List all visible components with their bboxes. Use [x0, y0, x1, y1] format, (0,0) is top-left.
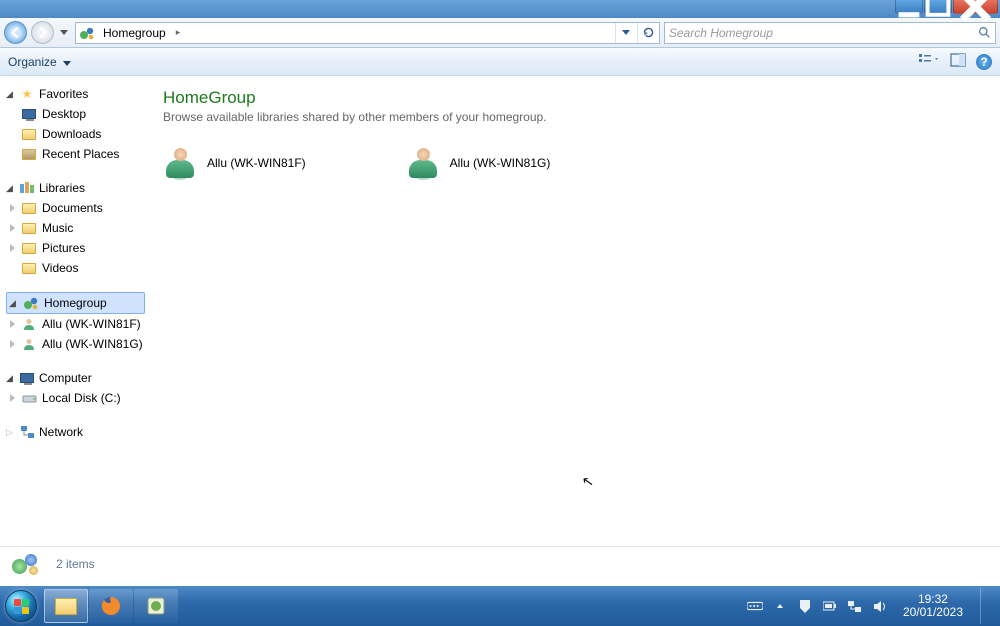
breadcrumb-separator: ▸	[174, 27, 183, 38]
sidebar-item-downloads[interactable]: Downloads	[6, 124, 145, 144]
drive-icon	[21, 390, 37, 406]
sidebar-group-libraries[interactable]: ◢ Libraries	[6, 178, 145, 198]
music-icon	[21, 220, 37, 236]
action-center-icon[interactable]	[797, 598, 813, 614]
system-tray: 19:32 20/01/2023	[747, 588, 994, 624]
search-placeholder: Search Homegroup	[669, 26, 773, 40]
homegroup-member[interactable]: Allu (WK-WIN81G)	[406, 146, 551, 180]
search-icon	[978, 26, 991, 42]
videos-icon	[21, 260, 37, 276]
refresh-button[interactable]	[637, 23, 659, 43]
sidebar-item-hg-member-1[interactable]: Allu (WK-WIN81F)	[6, 314, 145, 334]
view-options-button[interactable]	[918, 53, 940, 70]
member-label: Allu (WK-WIN81G)	[450, 156, 551, 170]
sidebar-group-network[interactable]: ▷ Network	[6, 422, 145, 442]
navigation-bar: Homegroup ▸ Search Homegroup	[0, 18, 1000, 48]
sidebar-group-favorites[interactable]: ◢ ★ Favorites	[6, 84, 145, 104]
pictures-icon	[21, 240, 37, 256]
sidebar-item-documents[interactable]: Documents	[6, 198, 145, 218]
nav-back-button[interactable]	[4, 21, 27, 44]
battery-icon[interactable]	[822, 598, 838, 614]
window-titlebar	[0, 0, 1000, 18]
sidebar-item-videos[interactable]: Videos	[6, 258, 145, 278]
page-title: HomeGroup	[163, 88, 982, 108]
window-maximize-button[interactable]	[924, 0, 952, 14]
sidebar-item-hg-member-2[interactable]: Allu (WK-WIN81G)	[6, 334, 145, 354]
navigation-pane: ◢ ★ Favorites Desktop Downloads Recent P…	[0, 76, 145, 546]
volume-icon[interactable]	[872, 598, 888, 614]
breadcrumb[interactable]: Homegroup	[100, 26, 169, 40]
help-button[interactable]: ?	[976, 54, 992, 70]
sidebar-group-homegroup[interactable]: ◢ Homegroup	[6, 292, 145, 314]
favorites-icon: ★	[19, 86, 35, 102]
sidebar-group-computer[interactable]: ◢ Computer	[6, 368, 145, 388]
taskbar: 19:32 20/01/2023	[0, 586, 1000, 626]
nav-forward-button[interactable]	[31, 21, 54, 44]
item-count: 2 items	[56, 557, 95, 571]
sidebar-item-recent[interactable]: Recent Places	[6, 144, 145, 164]
downloads-icon	[21, 126, 37, 142]
show-desktop-button[interactable]	[980, 588, 990, 624]
start-button[interactable]	[0, 586, 42, 626]
input-indicator-icon[interactable]	[747, 598, 763, 614]
nav-history-dropdown[interactable]	[60, 30, 71, 35]
computer-icon	[19, 370, 35, 386]
homegroup-icon	[23, 295, 39, 311]
homegroup-large-icon	[12, 551, 42, 577]
taskbar-explorer-button[interactable]	[44, 589, 88, 623]
recent-icon	[21, 146, 37, 162]
sidebar-item-desktop[interactable]: Desktop	[6, 104, 145, 124]
taskbar-app-button[interactable]	[134, 589, 178, 623]
command-bar: Organize ?	[0, 48, 1000, 76]
address-dropdown-button[interactable]	[615, 23, 637, 43]
address-bar[interactable]: Homegroup ▸	[75, 22, 660, 44]
tray-overflow-button[interactable]	[772, 598, 788, 614]
page-subtitle: Browse available libraries shared by oth…	[163, 110, 982, 124]
sidebar-item-local-disk[interactable]: Local Disk (C:)	[6, 388, 145, 408]
content-pane: HomeGroup Browse available libraries sha…	[145, 76, 1000, 546]
window-close-button[interactable]	[953, 0, 998, 14]
sidebar-item-music[interactable]: Music	[6, 218, 145, 238]
sidebar-item-pictures[interactable]: Pictures	[6, 238, 145, 258]
network-icon	[19, 424, 35, 440]
member-label: Allu (WK-WIN81F)	[207, 156, 306, 170]
taskbar-clock[interactable]: 19:32 20/01/2023	[903, 593, 963, 619]
user-icon	[21, 316, 37, 332]
network-tray-icon[interactable]	[847, 598, 863, 614]
search-input[interactable]: Search Homegroup	[664, 22, 996, 44]
user-icon	[21, 336, 37, 352]
taskbar-firefox-button[interactable]	[89, 589, 133, 623]
desktop-icon	[21, 106, 37, 122]
homegroup-icon	[79, 25, 95, 41]
organize-button[interactable]: Organize	[8, 55, 71, 69]
user-avatar-icon	[163, 146, 197, 180]
documents-icon	[21, 200, 37, 216]
user-avatar-icon	[406, 146, 440, 180]
libraries-icon	[19, 180, 35, 196]
details-pane: 2 items	[0, 546, 1000, 580]
preview-pane-button[interactable]	[950, 53, 966, 70]
window-minimize-button[interactable]	[895, 0, 923, 14]
homegroup-member[interactable]: Allu (WK-WIN81F)	[163, 146, 306, 180]
